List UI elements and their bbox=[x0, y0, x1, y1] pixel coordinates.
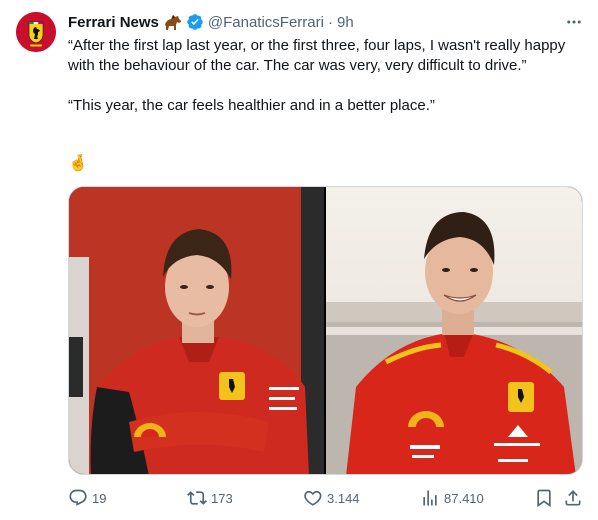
action-bar: 19 173 3.144 87.410 bbox=[68, 486, 583, 510]
author-handle[interactable]: @FanaticsFerrari bbox=[208, 14, 324, 31]
ferrari-shield-icon bbox=[16, 12, 56, 52]
tweet[interactable]: Ferrari News @FanaticsFerrari · 9h “Afte… bbox=[0, 0, 598, 520]
more-options-icon[interactable] bbox=[563, 12, 585, 32]
share-icon bbox=[565, 490, 581, 506]
repost-icon bbox=[187, 491, 207, 505]
tweet-paragraph-2: “This year, the car feels healthier and … bbox=[68, 97, 435, 114]
views-count: 87.410 bbox=[444, 490, 484, 506]
bookmark-icon bbox=[537, 489, 551, 508]
repost-button[interactable]: 173 bbox=[187, 486, 233, 510]
reply-icon bbox=[69, 489, 87, 506]
share-button[interactable] bbox=[563, 486, 583, 510]
horse-icon bbox=[163, 13, 183, 31]
tweet-time[interactable]: 9h bbox=[337, 14, 354, 31]
heart-icon bbox=[304, 490, 322, 506]
avatar[interactable] bbox=[16, 12, 56, 52]
verified-badge-icon bbox=[186, 13, 204, 31]
separator-dot: · bbox=[327, 13, 333, 31]
tweet-paragraph-1: “After the first lap last year, or the f… bbox=[68, 37, 570, 74]
photo-right[interactable] bbox=[326, 187, 582, 474]
reply-button[interactable]: 19 bbox=[68, 486, 106, 510]
author-name[interactable]: Ferrari News bbox=[68, 14, 159, 31]
tweet-header: Ferrari News @FanaticsFerrari · 9h bbox=[68, 12, 354, 32]
like-button[interactable]: 3.144 bbox=[303, 486, 360, 510]
driver-portrait-smiling-outdoor bbox=[326, 187, 582, 474]
media-grid[interactable] bbox=[68, 186, 583, 475]
views-button[interactable]: 87.410 bbox=[420, 486, 484, 510]
driver-portrait-red-background bbox=[69, 187, 324, 474]
views-chart-icon bbox=[423, 490, 437, 506]
repost-count: 173 bbox=[211, 490, 233, 506]
tweet-text: “After the first lap last year, or the f… bbox=[68, 36, 568, 116]
like-count: 3.144 bbox=[327, 490, 360, 506]
crossed-fingers-emoji: 🤞 bbox=[68, 155, 88, 172]
bookmark-button[interactable] bbox=[534, 486, 554, 510]
reply-count: 19 bbox=[92, 490, 107, 506]
photo-left[interactable] bbox=[69, 187, 324, 474]
